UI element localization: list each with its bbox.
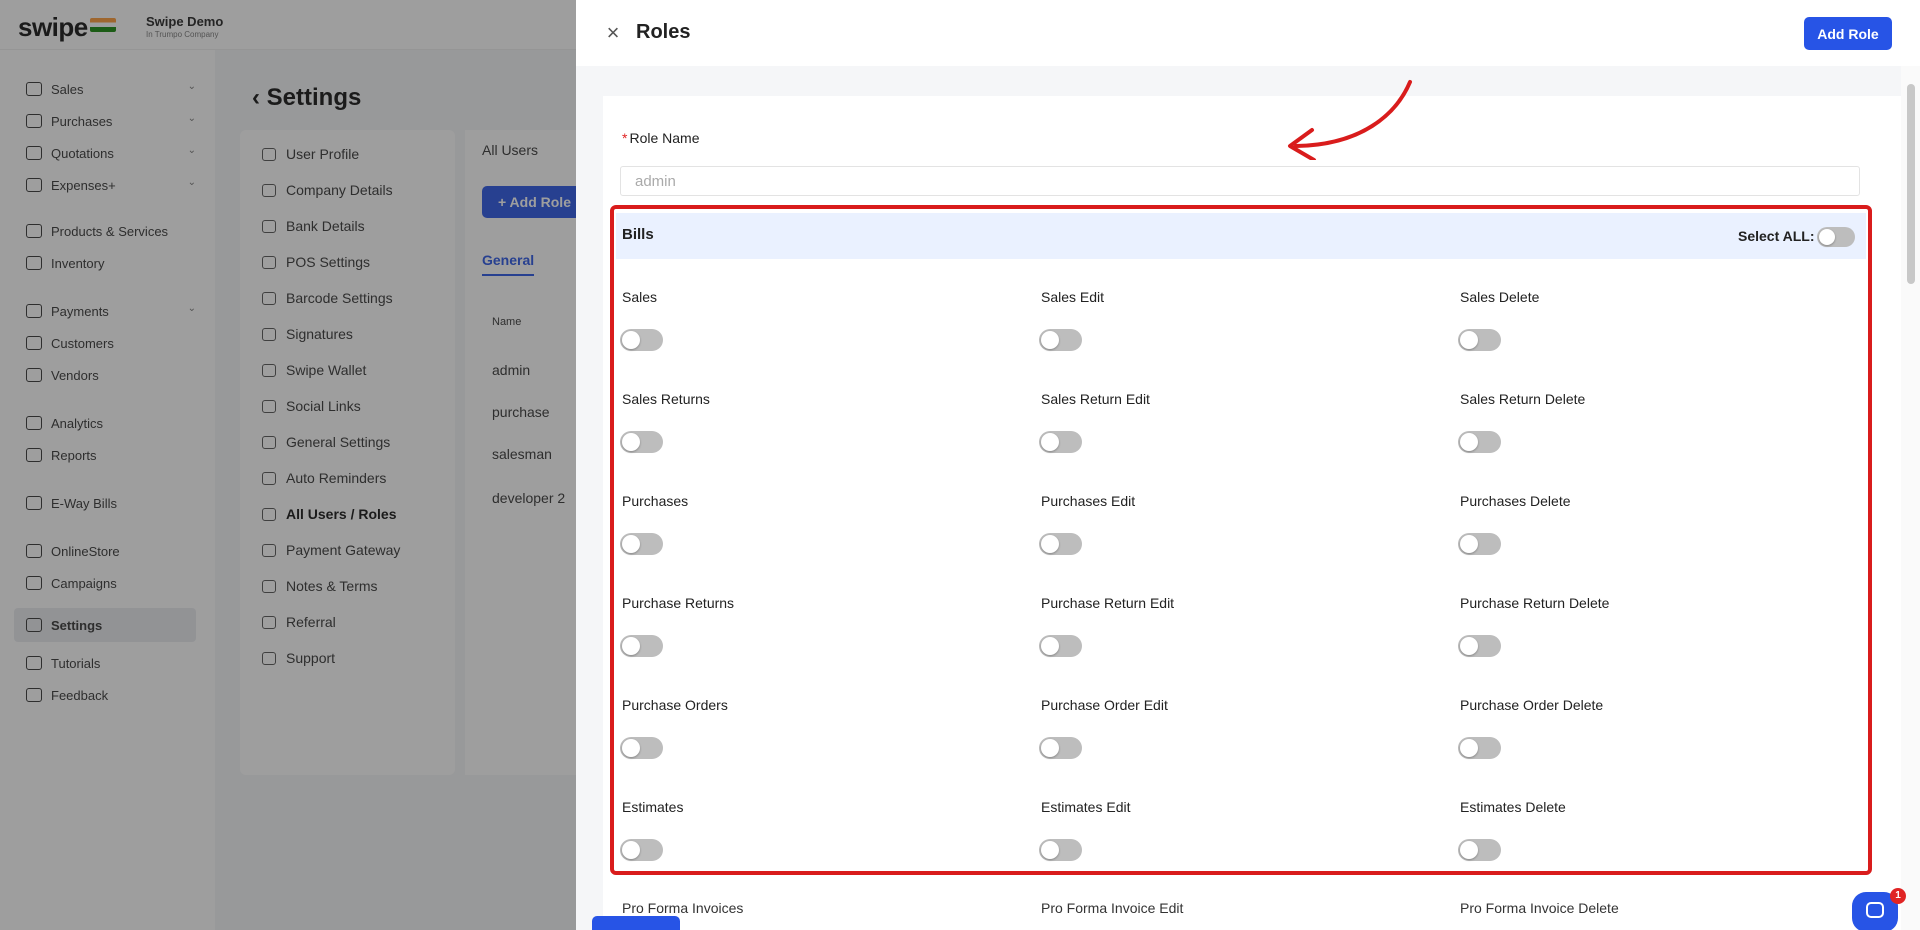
perm-toggle-estimates[interactable] <box>620 839 663 861</box>
perm-toggle-sales-edit[interactable] <box>1039 329 1082 351</box>
perm-label-purchase-orders: Purchase Orders <box>622 697 728 713</box>
perm-label-proforma-edit: Pro Forma Invoice Edit <box>1041 900 1184 916</box>
perm-label-sales-return-delete: Sales Return Delete <box>1460 391 1586 407</box>
perm-toggle-purchase-returns[interactable] <box>620 635 663 657</box>
bills-highlight-box <box>610 205 1872 875</box>
perm-toggle-estimates-delete[interactable] <box>1458 839 1501 861</box>
perm-label-purchase-return-delete: Purchase Return Delete <box>1460 595 1610 611</box>
perm-label-sales: Sales <box>622 289 658 305</box>
perm-label-purchase-return-edit: Purchase Return Edit <box>1041 595 1175 611</box>
perm-label-purchases: Purchases <box>622 493 689 509</box>
perm-toggle-purchases[interactable] <box>620 533 663 555</box>
perm-toggle-purchase-orders[interactable] <box>620 737 663 759</box>
perm-label-sales-delete: Sales Delete <box>1460 289 1540 305</box>
perm-label-estimates: Estimates <box>622 799 684 815</box>
perm-toggle-sales-returns[interactable] <box>620 431 663 453</box>
perm-label-proforma: Pro Forma Invoices <box>622 900 744 916</box>
select-all-label: Select ALL: <box>1738 228 1815 244</box>
perm-toggle-sales-return-edit[interactable] <box>1039 431 1082 453</box>
close-icon[interactable]: × <box>602 22 624 44</box>
chat-badge: 1 <box>1890 888 1906 904</box>
bills-section-title: Bills <box>622 226 654 243</box>
scrollbar-thumb[interactable] <box>1907 84 1915 284</box>
perm-label-purchase-order-delete: Purchase Order Delete <box>1460 697 1604 713</box>
bills-section-header <box>616 213 1866 259</box>
perm-label-purchases-delete: Purchases Delete <box>1460 493 1571 509</box>
add-role-button[interactable]: Add Role <box>1804 17 1892 50</box>
perm-label-proforma-delete: Pro Forma Invoice Delete <box>1460 900 1619 916</box>
chat-icon <box>1866 902 1884 918</box>
perm-toggle-purchase-return-delete[interactable] <box>1458 635 1501 657</box>
perm-label-sales-return-edit: Sales Return Edit <box>1041 391 1150 407</box>
role-name-label: * Role Name <box>622 130 700 146</box>
role-name-input[interactable] <box>620 166 1860 196</box>
perm-label-purchases-edit: Purchases Edit <box>1041 493 1136 509</box>
perm-toggle-purchase-order-edit[interactable] <box>1039 737 1082 759</box>
perm-label-purchase-order-edit: Purchase Order Edit <box>1041 697 1168 713</box>
add-role-bottom-button[interactable]: Add Role <box>592 916 680 930</box>
perm-label-purchase-returns: Purchase Returns <box>622 595 735 611</box>
perm-toggle-purchases-delete[interactable] <box>1458 533 1501 555</box>
drawer-title: Roles <box>636 21 691 43</box>
select-all-toggle[interactable] <box>1817 227 1855 247</box>
perm-toggle-sales[interactable] <box>620 329 663 351</box>
perm-toggle-purchase-order-delete[interactable] <box>1458 737 1501 759</box>
perm-toggle-purchases-edit[interactable] <box>1039 533 1082 555</box>
drawer-header: × Roles Add Role <box>576 0 1920 66</box>
roles-drawer: × Roles Add Role *Role Name Bills Select… <box>576 0 1920 930</box>
perm-label-estimates-delete: Estimates Delete <box>1460 799 1566 815</box>
perm-toggle-estimates-edit[interactable] <box>1039 839 1082 861</box>
perm-label-estimates-edit: Estimates Edit <box>1041 799 1131 815</box>
perm-label-sales-edit: Sales Edit <box>1041 289 1105 305</box>
perm-toggle-purchase-return-edit[interactable] <box>1039 635 1082 657</box>
perm-toggle-sales-return-delete[interactable] <box>1458 431 1501 453</box>
perm-label-sales-returns: Sales Returns <box>622 391 710 407</box>
annotation-arrow-icon <box>1288 80 1412 160</box>
perm-toggle-sales-delete[interactable] <box>1458 329 1501 351</box>
